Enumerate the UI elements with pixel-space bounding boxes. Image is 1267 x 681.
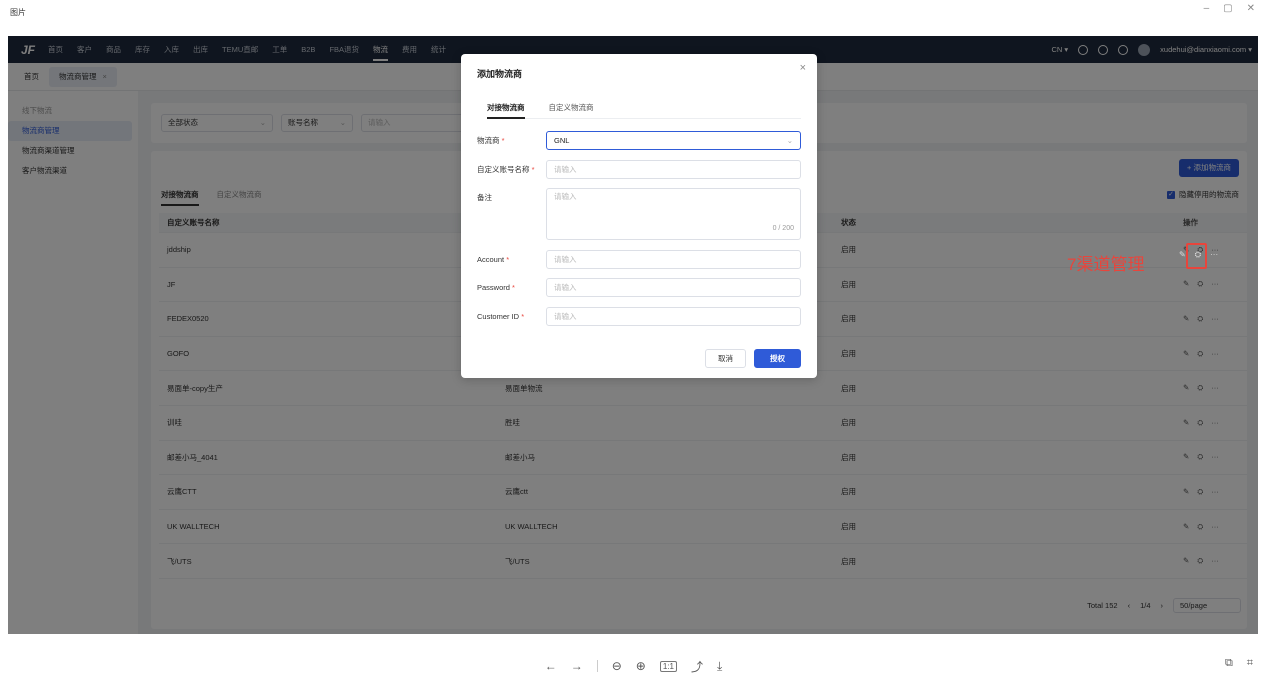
- account-name-label: 自定义账号名称 *: [477, 160, 546, 179]
- password-row: Password * 请输入: [477, 278, 801, 297]
- customer-id-row: Customer ID * 请输入: [477, 307, 801, 326]
- chevron-down-icon: ⌄: [786, 136, 793, 145]
- modal-tab-custom[interactable]: 自定义物流商: [549, 102, 594, 118]
- account-name-input[interactable]: 请输入: [546, 160, 801, 179]
- carrier-label: 物流商 *: [477, 131, 546, 150]
- actual-size-icon[interactable]: 1:1: [659, 660, 677, 672]
- required-mark: *: [521, 312, 525, 321]
- account-row: Account * 请输入: [477, 250, 801, 269]
- modal-buttons: 取消 授权: [705, 349, 801, 368]
- password-input[interactable]: 请输入: [546, 278, 801, 297]
- viewer-title: 图片: [10, 8, 26, 17]
- carrier-select[interactable]: GNL ⌄: [546, 131, 801, 150]
- account-label: Account *: [477, 250, 546, 269]
- remark-row: 备注 请输入 0 / 200: [477, 188, 801, 240]
- customer-id-input[interactable]: 请输入: [546, 307, 801, 326]
- account-name-label-text: 自定义账号名称: [477, 165, 530, 174]
- scan-icon[interactable]: ⌗: [1247, 657, 1253, 670]
- modal-tab-integrated[interactable]: 对接物流商: [487, 102, 525, 119]
- viewer-right-tools: ⧉ ⌗: [1225, 657, 1253, 670]
- minimize-icon[interactable]: –: [1204, 3, 1210, 14]
- required-mark: *: [501, 136, 505, 145]
- annotation-label: 7渠道管理: [1067, 255, 1145, 274]
- close-icon[interactable]: ✕: [1247, 3, 1255, 14]
- password-label-text: Password: [477, 283, 510, 292]
- carrier-select-value: GNL: [554, 136, 570, 145]
- zoom-out-icon[interactable]: ⊖: [612, 659, 622, 673]
- account-input[interactable]: 请输入: [546, 250, 801, 269]
- next-icon[interactable]: →: [571, 659, 583, 673]
- window-controls: – ▢ ✕: [1204, 3, 1255, 14]
- rotate-icon[interactable]: ⤴: [691, 658, 703, 675]
- carrier-row: 物流商 * GNL ⌄: [477, 131, 801, 150]
- divider: [596, 660, 598, 672]
- password-label: Password *: [477, 278, 546, 297]
- previous-icon[interactable]: ←: [545, 659, 557, 673]
- required-mark: *: [531, 165, 535, 174]
- edit-icon[interactable]: ✎: [1179, 250, 1186, 260]
- account-name-row: 自定义账号名称 * 请输入: [477, 160, 801, 179]
- annotation-highlight-box: [1186, 243, 1207, 269]
- remark-textarea[interactable]: 请输入 0 / 200: [546, 188, 801, 240]
- more-icon[interactable]: ···: [1210, 250, 1218, 260]
- close-icon[interactable]: ×: [800, 62, 806, 74]
- maximize-icon[interactable]: ▢: [1223, 3, 1232, 14]
- required-mark: *: [506, 255, 510, 264]
- viewer-toolbar: ← → ⊖ ⊕ 1:1 ⤴ ⤓: [0, 656, 1267, 676]
- remark-placeholder: 请输入: [554, 192, 577, 201]
- required-mark: *: [512, 283, 515, 292]
- copy-text-icon[interactable]: ⧉: [1225, 657, 1233, 670]
- zoom-in-icon[interactable]: ⊕: [636, 659, 646, 673]
- cancel-button[interactable]: 取消: [705, 349, 746, 368]
- customer-id-label: Customer ID *: [477, 307, 546, 326]
- modal-tabs: 对接物流商 自定义物流商: [487, 102, 801, 119]
- modal-title: 添加物流商: [477, 69, 523, 79]
- download-icon[interactable]: ⤓: [717, 659, 722, 674]
- carrier-label-text: 物流商: [477, 136, 500, 145]
- customer-id-label-text: Customer ID: [477, 312, 520, 321]
- add-carrier-modal: 添加物流商 × 对接物流商 自定义物流商 物流商 * GNL ⌄ 自定义账号名称 …: [461, 54, 817, 378]
- authorize-button[interactable]: 授权: [754, 349, 801, 368]
- account-label-text: Account: [477, 255, 505, 264]
- char-counter: 0 / 200: [772, 225, 794, 232]
- remark-label: 备注: [477, 193, 492, 202]
